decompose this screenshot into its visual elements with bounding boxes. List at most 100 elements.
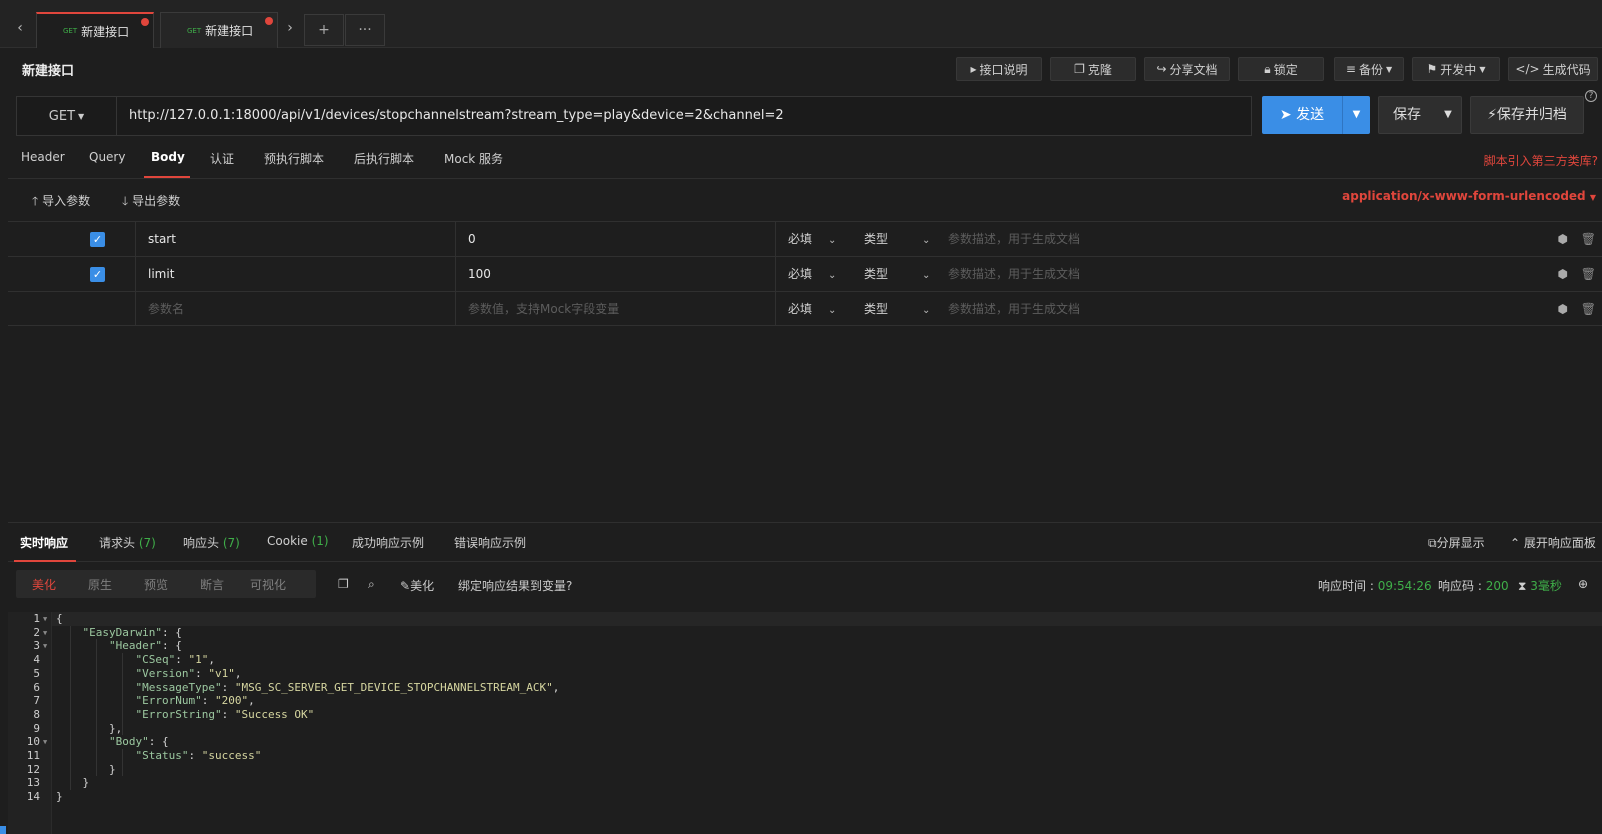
expand-panel-button[interactable]: ⌃ 展开响应面板 [1510, 534, 1596, 551]
tab-header[interactable]: Header [21, 150, 65, 178]
lock-button[interactable]: 🔒︎ 锁定 [1238, 57, 1324, 81]
beautify-button[interactable]: ✎美化 [400, 577, 434, 594]
generate-code-button[interactable]: </> 生成代码 [1508, 57, 1598, 81]
current-line-highlight [52, 612, 1602, 626]
send-text: 发送 [1296, 107, 1325, 123]
bind-variable-link[interactable]: 绑定响应结果到变量? [458, 577, 572, 594]
trash-icon[interactable]: 🗑︎ [1581, 257, 1596, 291]
tab-request-1[interactable]: GET 新建接口 [36, 12, 154, 48]
mock-cube-icon[interactable]: ⬢ [1558, 292, 1568, 326]
param-value-field[interactable]: 0 [456, 222, 776, 256]
view-mode-segment: 美化 原生 预览 断言 可视化 [16, 570, 316, 598]
export-params-button[interactable]: 🡓 导出参数 [122, 192, 180, 213]
json-string: "success" [201, 749, 262, 762]
param-name-input[interactable]: 参数名 [136, 292, 456, 326]
tab-body[interactable]: Body [144, 150, 190, 178]
split-icon: ⧉ [1428, 536, 1437, 550]
tab-next-icon[interactable]: › [278, 14, 302, 42]
tab-error-example[interactable]: 错误响应示例 [454, 534, 526, 562]
split-view-button[interactable]: ⧉分屏显示 [1428, 534, 1485, 551]
send-button[interactable]: ➤ 发送 ▼ [1262, 96, 1370, 134]
json-key: "EasyDarwin" [82, 625, 162, 639]
status-label: 开发中 [1440, 62, 1477, 77]
fold-toggle-icon[interactable]: ▼ [43, 612, 47, 626]
check-icon[interactable]: ✓ [90, 267, 105, 282]
share-doc-button[interactable]: ↪ 分享文档 [1144, 57, 1230, 81]
code-line: "Header": { [108, 639, 182, 653]
third-party-lib-link[interactable]: 脚本引入第三方类库? [1484, 152, 1598, 169]
api-doc-label: 接口说明 [979, 62, 1028, 77]
chevron-down-icon: ⌄ [828, 305, 837, 316]
view-beautify[interactable]: 美化 [16, 576, 72, 593]
send-dropdown-icon[interactable]: ▼ [1342, 96, 1370, 134]
download-icon[interactable]: ⊕ [1578, 577, 1588, 591]
status-dropdown[interactable]: ⚑ 开发中 ▼ [1412, 57, 1500, 81]
required-select[interactable]: 必填 ⌄ [788, 257, 864, 291]
type-select[interactable]: 类型 ⌄ [864, 257, 944, 291]
tab-request-headers[interactable]: 请求头 (7) [99, 534, 156, 562]
fold-toggle-icon[interactable]: ▼ [43, 626, 47, 640]
view-visualize[interactable]: 可视化 [240, 576, 296, 593]
response-body-editor[interactable]: 1 ▼ 2 ▼ 3 ▼ 4 5 6 7 8 9 10 ▼ 11 12 13 14 { "EasyDarwin": … [8, 612, 1602, 834]
param-desc-field[interactable]: 参数描述，用于生成文档 [948, 292, 1448, 326]
tab-response-headers[interactable]: 响应头 (7) [183, 534, 240, 562]
param-name-field[interactable]: limit [136, 257, 456, 291]
mock-cube-icon[interactable]: ⬢ [1558, 222, 1568, 256]
line-number: 11 [26, 749, 40, 762]
param-desc-field[interactable]: 参数描述，用于生成文档 [948, 222, 1448, 256]
more-tabs-button[interactable]: ··· [345, 14, 385, 46]
fold-toggle-icon[interactable]: ▼ [43, 735, 47, 749]
tab-prev-icon[interactable]: ‹ [8, 14, 32, 42]
tab-cookie[interactable]: Cookie (1) [267, 534, 329, 562]
required-label: 必填 [788, 232, 813, 246]
tab-post-script[interactable]: 后执行脚本 [354, 150, 414, 178]
share-label: 分享文档 [1169, 62, 1218, 77]
param-value-field[interactable]: 100 [456, 257, 776, 291]
help-icon[interactable]: ? [1585, 90, 1597, 102]
trash-icon[interactable]: 🗑︎ [1581, 222, 1596, 256]
beautify-label: 美化 [410, 579, 435, 593]
save-button[interactable]: 保存 ▼ [1378, 96, 1462, 134]
search-icon[interactable]: ⌕ [368, 577, 375, 592]
type-select[interactable]: 类型 ⌄ [864, 222, 944, 256]
tab-request-2[interactable]: GET 新建接口 [160, 12, 278, 48]
count-badge: (1) [311, 534, 329, 548]
tab-pre-script[interactable]: 预执行脚本 [264, 150, 324, 178]
param-desc-field[interactable]: 参数描述，用于生成文档 [948, 257, 1448, 291]
trash-icon[interactable]: 🗑︎ [1581, 292, 1596, 326]
view-raw[interactable]: 原生 [72, 576, 128, 593]
line-number: 9 [33, 721, 40, 735]
view-assert[interactable]: 断言 [184, 576, 240, 593]
import-params-button[interactable]: 🡑 导入参数 [32, 192, 90, 213]
type-select[interactable]: 类型 ⌄ [864, 292, 944, 326]
add-tab-button[interactable]: + [304, 14, 344, 46]
tab-auth[interactable]: 认证 [210, 150, 234, 178]
tab-success-example[interactable]: 成功响应示例 [352, 534, 424, 562]
hourglass-icon: ⧗ [1518, 579, 1531, 593]
url-bar: GET ▼ http://127.0.0.1:18000/api/v1/devic… [16, 96, 1252, 136]
tab-label: 新建接口 [81, 24, 130, 39]
save-archive-button[interactable]: ⚡︎保存并归档 [1470, 96, 1584, 134]
required-select[interactable]: 必填 ⌄ [788, 222, 864, 256]
tab-live-response[interactable]: 实时响应 [14, 534, 76, 562]
check-icon[interactable]: ✓ [90, 232, 105, 247]
backup-button[interactable]: ≡ 备份 ▼ [1334, 57, 1404, 81]
required-select[interactable]: 必填 ⌄ [788, 292, 864, 326]
param-value-input[interactable]: 参数值，支持Mock字段变量 [456, 292, 776, 326]
copy-icon[interactable]: ❐ [338, 577, 349, 591]
tab-mock[interactable]: Mock 服务 [444, 150, 503, 178]
save-dropdown-icon[interactable]: ▼ [1435, 97, 1461, 133]
type-label: 类型 [864, 232, 889, 246]
method-select[interactable]: GET ▼ [17, 97, 117, 135]
tab-query[interactable]: Query [89, 150, 125, 178]
param-name-field[interactable]: start [136, 222, 456, 256]
view-preview[interactable]: 预览 [128, 576, 184, 593]
fold-toggle-icon[interactable]: ▼ [43, 639, 47, 653]
mock-cube-icon[interactable]: ⬢ [1558, 257, 1568, 291]
url-input[interactable]: http://127.0.0.1:18000/api/v1/devices/st… [129, 97, 784, 135]
required-label: 必填 [788, 302, 813, 316]
api-doc-button[interactable]: ▸ 接口说明 [956, 57, 1042, 81]
code-line: "ErrorNum": "200", [135, 694, 255, 708]
clone-button[interactable]: ❐ 克隆 [1050, 57, 1136, 81]
content-type-select[interactable]: application/x-www-form-urlencoded ▼ [1342, 189, 1596, 203]
